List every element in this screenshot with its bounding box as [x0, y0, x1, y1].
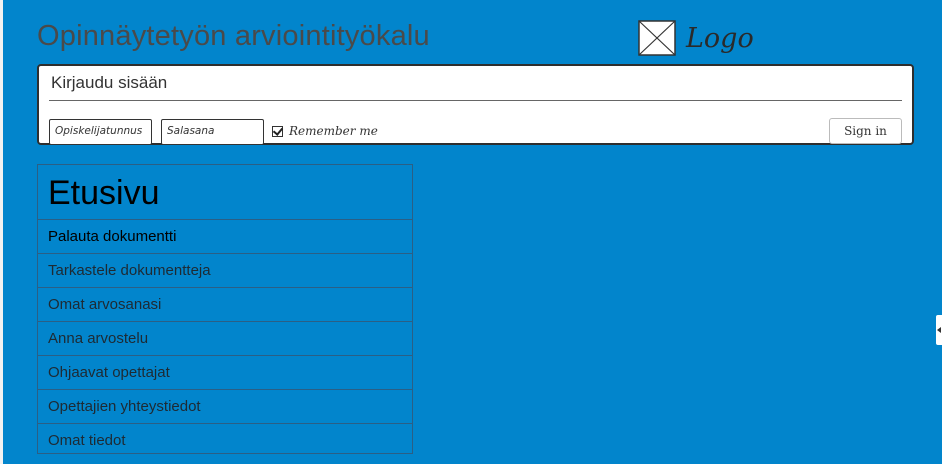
- image-placeholder-icon: [638, 20, 676, 56]
- side-navigation: Etusivu Palauta dokumentti Tarkastele do…: [37, 164, 413, 454]
- checkbox-checked-icon[interactable]: [272, 125, 283, 137]
- login-heading: Kirjaudu sisään: [51, 73, 168, 92]
- nav-item-anna-arvostelu[interactable]: Anna arvostelu: [38, 322, 412, 356]
- nav-item-omat-tiedot[interactable]: Omat tiedot: [38, 424, 412, 458]
- nav-item-tarkastele-dokumentteja[interactable]: Tarkastele dokumentteja: [38, 254, 412, 288]
- app-title: Opinnäytetyön arviointityökalu: [37, 20, 430, 52]
- username-input[interactable]: Opiskelijatunnus: [49, 119, 152, 145]
- remember-me-label: Remember me: [289, 124, 378, 138]
- login-divider: [49, 100, 902, 101]
- nav-item-palauta-dokumentti[interactable]: Palauta dokumentti: [38, 220, 412, 254]
- login-panel: Kirjaudu sisään Opiskelijatunnus Salasan…: [37, 64, 914, 145]
- logo-label: Logo: [686, 22, 754, 54]
- nav-title: Etusivu: [48, 174, 160, 212]
- nav-item-omat-arvosanasi[interactable]: Omat arvosanasi: [38, 288, 412, 322]
- sign-in-button[interactable]: Sign in: [829, 118, 902, 144]
- nav-item-ohjaavat-opettajat[interactable]: Ohjaavat opettajat: [38, 356, 412, 390]
- logo: Logo: [638, 19, 754, 57]
- nav-item-opettajien-yhteystiedot[interactable]: Opettajien yhteystiedot: [38, 390, 412, 424]
- nav-header: Etusivu: [38, 165, 412, 220]
- window-left-edge: [0, 0, 3, 464]
- remember-me-checkbox[interactable]: Remember me: [272, 124, 378, 138]
- chevron-left-icon[interactable]: [936, 315, 942, 345]
- password-input[interactable]: Salasana: [161, 119, 264, 145]
